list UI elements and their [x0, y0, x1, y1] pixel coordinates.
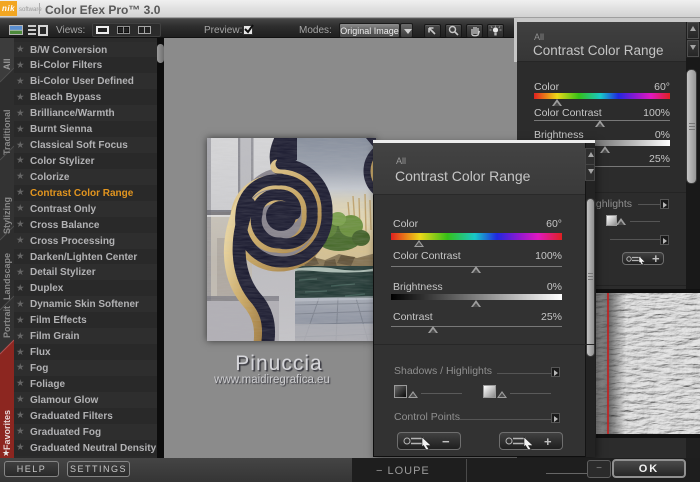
- svg-text:All: All: [2, 58, 12, 70]
- svg-text:Stylizing: Stylizing: [2, 197, 12, 234]
- svg-text:Favorites: Favorites: [2, 410, 12, 450]
- svg-text:Portrait: Portrait: [2, 306, 12, 338]
- svg-text:Traditional: Traditional: [2, 109, 12, 155]
- svg-text:★: ★: [2, 448, 10, 458]
- svg-text:Landscape: Landscape: [2, 253, 12, 300]
